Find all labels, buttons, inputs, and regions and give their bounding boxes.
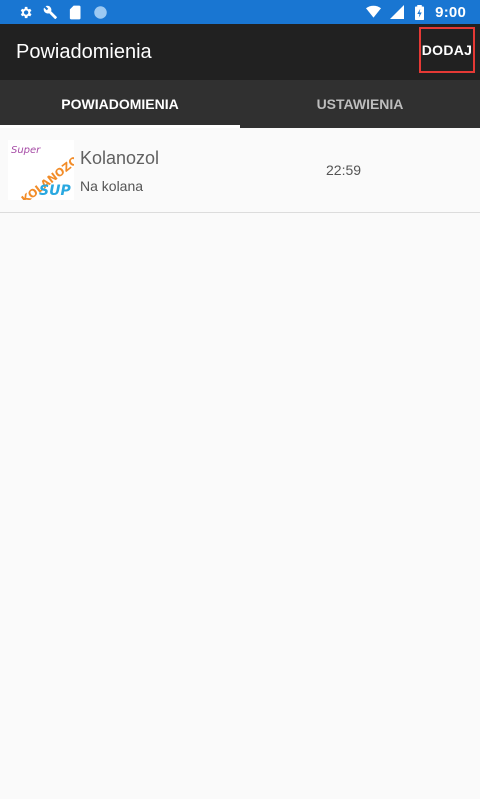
- notification-subtitle: Na kolana: [80, 178, 144, 194]
- wifi-icon: [366, 5, 382, 20]
- wrench-icon: [43, 5, 58, 20]
- signal-icon: [389, 5, 404, 20]
- add-button[interactable]: DODAJ: [419, 27, 475, 73]
- sd-card-icon: [68, 5, 83, 20]
- notification-title: Kolanozol: [80, 148, 160, 168]
- notification-thumbnail: Super KOLANOZOL SUP: [8, 140, 87, 206]
- tab-notifications[interactable]: POWIADOMIENIA: [0, 80, 240, 128]
- battery-charging-icon: [412, 4, 427, 20]
- status-icons-left: [18, 5, 108, 20]
- list-item[interactable]: Super KOLANOZOL SUP Kolanozol Na kolana …: [0, 128, 480, 213]
- svg-text:Super: Super: [11, 145, 41, 156]
- status-icons-right: 9:00: [366, 4, 466, 21]
- tab-bar: POWIADOMIENIA USTAWIENIA: [0, 80, 480, 128]
- gear-icon: [18, 5, 33, 20]
- notification-time: 22:59: [326, 162, 362, 178]
- status-bar: 9:00: [0, 0, 480, 24]
- svg-text:SUP: SUP: [39, 183, 71, 199]
- page-title: Powiadomienia: [16, 41, 152, 63]
- notification-list: Super KOLANOZOL SUP Kolanozol Na kolana …: [0, 128, 480, 213]
- tab-settings[interactable]: USTAWIENIA: [240, 80, 480, 128]
- tab-settings-label: USTAWIENIA: [316, 96, 404, 112]
- clock: 9:00: [435, 3, 466, 21]
- circle-icon: [93, 5, 108, 20]
- app-bar: Powiadomienia DODAJ: [0, 24, 480, 80]
- tab-notifications-label: POWIADOMIENIA: [61, 96, 179, 112]
